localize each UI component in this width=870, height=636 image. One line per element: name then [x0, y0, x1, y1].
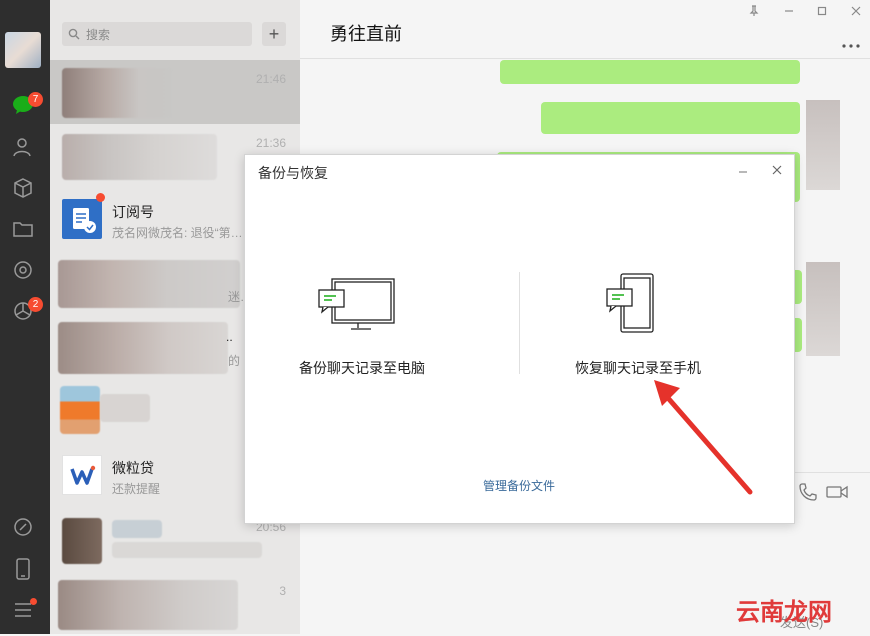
more-options-icon[interactable]: [841, 36, 861, 54]
unread-dot: [96, 193, 105, 202]
blurred-avatar: [806, 100, 840, 190]
pin-icon[interactable]: [746, 4, 762, 18]
chat-time: 21:46: [255, 72, 286, 86]
chat-preview: 的: [228, 354, 241, 368]
add-button[interactable]: +: [262, 22, 286, 46]
chat-header-divider: [300, 58, 870, 59]
search-placeholder: 搜索: [86, 28, 111, 42]
menu-dot: [30, 598, 37, 605]
chat-title: 勇往直前: [330, 24, 402, 44]
chat-name: 订阅号: [112, 204, 154, 220]
chat-list-item[interactable]: 3: [50, 572, 300, 636]
restore-to-phone-label: 恢复聊天记录至手机: [575, 360, 701, 376]
chat-list-item[interactable]: 21:46: [50, 60, 300, 124]
dialog-title: 备份与恢复: [258, 165, 328, 181]
subscription-icon: [62, 199, 102, 239]
red-arrow-annotation: [650, 378, 754, 501]
restore-to-phone-option[interactable]: 恢复聊天记录至手机: [572, 262, 712, 382]
message-bubble: [541, 102, 800, 134]
backup-to-pc-option[interactable]: 备份聊天记录至电脑: [296, 262, 436, 382]
phone-icon[interactable]: [10, 556, 36, 582]
contacts-icon[interactable]: [10, 134, 36, 160]
favorites-cube-icon[interactable]: [10, 175, 36, 201]
maximize-icon[interactable]: [814, 4, 830, 18]
mini-program-icon[interactable]: [10, 257, 36, 283]
watermark-logo: 云南龙网: [736, 599, 832, 626]
blurred-avatar: [806, 262, 840, 356]
chat-preview: 还款提醒: [112, 482, 161, 496]
chat-time: 21:36: [255, 136, 286, 150]
link-icon[interactable]: [10, 514, 36, 540]
folder-icon[interactable]: [10, 216, 36, 242]
phone-chat-icon: [604, 272, 660, 341]
monitor-chat-icon: [316, 277, 398, 338]
chat-preview: 茂名网微茂名: 退役“第…: [112, 226, 243, 240]
voice-call-icon[interactable]: [798, 482, 818, 507]
chat-name: ..: [226, 330, 233, 344]
minimize-icon[interactable]: [781, 4, 797, 18]
chat-time: 3: [279, 584, 286, 598]
chat-badge: 7: [28, 92, 43, 107]
weilidai-logo-icon: [62, 455, 102, 495]
message-bubble: [500, 60, 800, 84]
avatar[interactable]: [5, 32, 41, 68]
options-divider: [519, 272, 520, 374]
dialog-close-icon[interactable]: [772, 162, 782, 180]
chat-name: 微粒贷: [112, 460, 154, 476]
dialog-minimize-icon[interactable]: [738, 164, 748, 182]
moments-badge: 2: [28, 297, 43, 312]
manage-backup-files-link[interactable]: 管理备份文件: [483, 477, 555, 494]
backup-to-pc-label: 备份聊天记录至电脑: [299, 360, 425, 376]
search-icon: [68, 27, 80, 45]
close-window-icon[interactable]: [848, 4, 864, 18]
video-call-icon[interactable]: [826, 484, 848, 505]
